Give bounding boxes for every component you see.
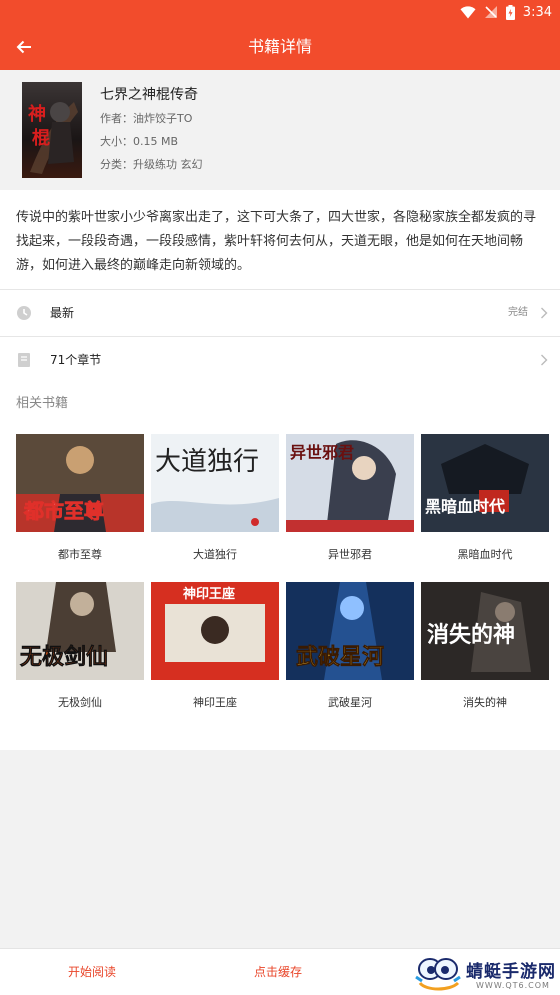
related-book-cover: 武破星河 xyxy=(286,582,414,680)
related-book-name: 都市至尊 xyxy=(58,548,102,561)
related-book-cover: 神印王座 xyxy=(151,582,279,680)
wifi-icon xyxy=(460,5,476,18)
related-book-item[interactable]: 消失的神 消失的神 xyxy=(421,582,549,714)
book-size: 大小：0.15 MB xyxy=(100,135,179,148)
bottom-action-bar: 开始阅读 点击缓存 蜻蜓手游网 WWW.QT6.COM xyxy=(0,948,560,995)
latest-row[interactable]: 最新 完结 xyxy=(0,290,560,336)
related-book-name: 大道独行 xyxy=(193,548,237,561)
status-time: 3:34 xyxy=(522,4,552,20)
book-description: 传说中的紫叶世家小少爷离家出走了，这下可大条了，四大世家，各隐秘家族全都发疯的寻… xyxy=(0,190,560,289)
related-book-item[interactable]: 异世邪君 异世邪君 xyxy=(286,434,414,566)
chevron-right-icon xyxy=(541,307,548,319)
related-book-cover: 大道独行 xyxy=(151,434,279,532)
battery-icon xyxy=(505,4,515,20)
related-book-name: 武破星河 xyxy=(328,696,372,709)
related-cover-title: 无极剑仙 xyxy=(20,644,108,670)
related-book-cover: 都市至尊 xyxy=(16,434,144,532)
related-cover-title: 大道独行 xyxy=(155,447,259,477)
related-book-item[interactable]: 大道独行 大道独行 xyxy=(151,434,279,566)
status-icons: 3:34 xyxy=(460,3,552,21)
app-bar: 书籍详情 xyxy=(0,24,560,70)
related-cover-title: 消失的神 xyxy=(427,622,515,648)
watermark-url: WWW.QT6.COM xyxy=(476,981,550,990)
related-book-cover: 消失的神 xyxy=(421,582,549,680)
book-category: 分类：升级练功 玄幻 xyxy=(100,158,203,171)
start-reading-button[interactable]: 开始阅读 xyxy=(68,949,116,995)
related-book-name: 消失的神 xyxy=(463,696,507,709)
related-book-name: 异世邪君 xyxy=(328,548,372,561)
book-meta: 七界之神棍传奇 作者：油炸饺子TO 大小：0.15 MB 分类：升级练功 玄幻 xyxy=(100,84,203,175)
related-cover-title: 都市至尊 xyxy=(23,499,104,523)
related-cover-title: 异世邪君 xyxy=(290,443,354,462)
related-book-item[interactable]: 无极剑仙 无极剑仙 xyxy=(16,582,144,714)
completed-status: 完结 xyxy=(508,307,528,318)
related-book-cover: 黑暗血时代 xyxy=(421,434,549,532)
book-info: 神 棍 七界之神棍传奇 作者：油炸饺子TO 大小：0.15 MB 分类：升级练功… xyxy=(0,70,560,190)
related-book-cover: 无极剑仙 xyxy=(16,582,144,680)
chevron-right-icon xyxy=(541,354,548,366)
book-author: 作者：油炸饺子TO xyxy=(100,112,193,125)
related-cover-title: 黑暗血时代 xyxy=(425,497,505,516)
watermark-name: 蜻蜓手游网 xyxy=(466,962,556,982)
no-signal-icon xyxy=(484,6,497,18)
page-title: 书籍详情 xyxy=(247,37,312,56)
latest-label: 最新 xyxy=(50,306,75,320)
chapters-label: 71个章节 xyxy=(50,353,102,367)
watermark-logo: 蜻蜓手游网 WWW.QT6.COM xyxy=(414,955,556,993)
book-icon xyxy=(18,353,30,367)
related-cover-title: 武破星河 xyxy=(296,644,384,670)
related-book-item[interactable]: 黑暗血时代 黑暗血时代 xyxy=(421,434,549,566)
cache-button[interactable]: 点击缓存 xyxy=(254,949,302,995)
book-cover: 神 棍 xyxy=(22,82,82,178)
chapters-row[interactable]: 71个章节 xyxy=(0,337,560,383)
cover-title-char-1: 神 xyxy=(28,103,46,125)
cover-title-char-2: 棍 xyxy=(32,127,50,149)
related-book-cover: 异世邪君 xyxy=(286,434,414,532)
related-book-item[interactable]: 神印王座 神印王座 xyxy=(151,582,279,714)
related-book-name: 神印王座 xyxy=(193,696,237,709)
status-bar: 3:34 xyxy=(0,0,560,24)
related-books-section: 相关书籍 都市至尊 都市至尊 大道独行 大道独行 异世邪君 异世邪君 黑暗血时代… xyxy=(0,382,560,750)
related-cover-title: 神印王座 xyxy=(183,586,235,602)
related-books-title: 相关书籍 xyxy=(16,396,69,411)
clock-icon xyxy=(17,306,31,320)
related-book-name: 无极剑仙 xyxy=(58,696,102,709)
related-book-item[interactable]: 武破星河 武破星河 xyxy=(286,582,414,714)
dragonfly-logo-icon xyxy=(415,958,461,991)
related-book-name: 黑暗血时代 xyxy=(457,548,513,561)
book-title: 七界之神棍传奇 xyxy=(100,87,198,103)
related-book-item[interactable]: 都市至尊 都市至尊 xyxy=(16,434,144,566)
